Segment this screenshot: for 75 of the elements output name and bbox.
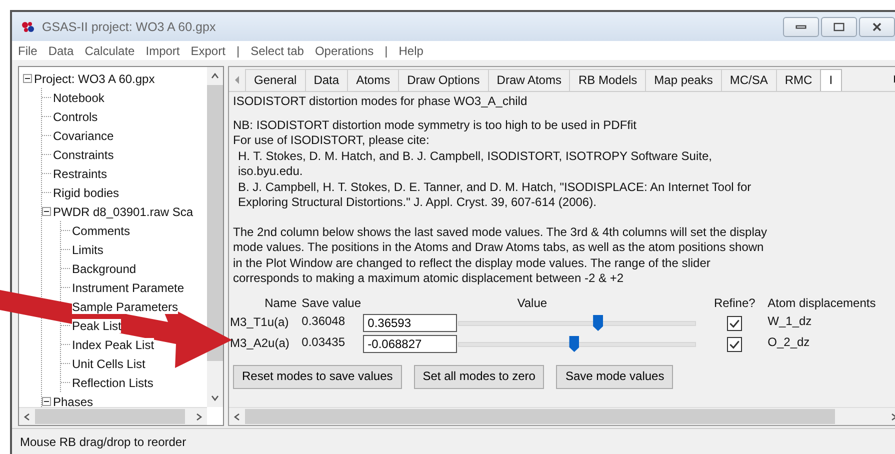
scroll-left-icon[interactable] xyxy=(232,412,242,422)
slider-thumb[interactable] xyxy=(569,336,580,352)
slider-thumb[interactable] xyxy=(593,315,604,331)
action-button[interactable]: Save mode values xyxy=(556,365,674,389)
collapse-icon[interactable] xyxy=(23,74,32,83)
mode-name: M3_A2u(a) xyxy=(230,336,290,352)
note-text: For use of ISODISTORT, please cite: xyxy=(233,133,430,148)
mode-name: M3_T1u(a) xyxy=(230,315,290,331)
tree-item[interactable]: Background xyxy=(72,262,136,276)
tree-item[interactable]: Instrument Paramete xyxy=(72,280,184,294)
column-header: Save value xyxy=(302,296,358,311)
scroll-right-icon[interactable] xyxy=(194,412,204,422)
value-field[interactable]: 0.36593 xyxy=(362,314,457,332)
column-header: Name xyxy=(264,296,297,311)
horizontal-scrollbar[interactable] xyxy=(229,407,895,425)
scroll-left-icon[interactable] xyxy=(22,412,32,422)
vertical-scrollbar[interactable] xyxy=(207,67,223,407)
value-field[interactable]: -0.068827 xyxy=(362,335,457,353)
collapse-icon[interactable] xyxy=(42,207,51,216)
refine-checkbox[interactable] xyxy=(727,316,742,330)
citation-text: H. T. Stokes, D. M. Hatch, and B. J. Campbell, ISODISTORT, ISOTROPY Software Suite, iso.byu.edu. xyxy=(237,148,713,180)
menu-item[interactable]: Export xyxy=(190,44,226,58)
tree-item[interactable]: Constraints xyxy=(53,148,114,162)
tree-item[interactable]: Comments xyxy=(72,224,130,238)
tab[interactable]: I xyxy=(820,69,842,91)
maximize-icon xyxy=(832,22,846,32)
menu-item[interactable]: Calculate xyxy=(84,44,135,58)
citation-text: B. J. Campbell, H. T. Stokes, D. E. Tanner, and D. M. Hatch, "ISODISPLACE: An Internet Tool for Exploring Structural Distortions." J. Appl. Cryst. 39, 607-614 (2006). xyxy=(237,180,752,210)
menu-item[interactable]: Help xyxy=(398,44,424,58)
menu-item[interactable]: File xyxy=(18,44,38,58)
action-button[interactable]: Reset modes to save values xyxy=(233,365,402,389)
save-value: 0.36048 xyxy=(302,314,346,330)
column-header: Refine? xyxy=(712,296,756,311)
tree-item[interactable]: PWDR d8_03901.raw Sca xyxy=(53,204,194,218)
column-header: Atom displacements xyxy=(768,296,877,311)
tree-item[interactable]: Sample Parameters xyxy=(72,300,178,314)
menu-item[interactable]: | xyxy=(384,44,388,58)
tree-item[interactable]: Restraints xyxy=(53,166,108,180)
menu-item[interactable]: Operations xyxy=(314,44,374,58)
tree-item[interactable]: Limits xyxy=(72,242,104,256)
tree-item[interactable]: Project: WO3 A 60.gpx xyxy=(34,72,155,86)
menu-item[interactable]: Import xyxy=(146,44,180,58)
tree-item[interactable]: Rigid bodies xyxy=(53,186,120,200)
menu-item[interactable]: Data xyxy=(48,44,74,58)
tab[interactable]: General xyxy=(245,69,306,91)
tree-item[interactable]: Unit Cells List xyxy=(72,356,146,370)
tree-item[interactable]: Index Peak List xyxy=(72,338,154,352)
menu-item[interactable]: | xyxy=(236,44,240,58)
explanation-text: The 2nd column below shows the last saved mode values. The 3rd & 4th columns will set the display mode values. The positions in the Atoms and Draw Atoms tabs, as well as the atom positions shown in the Plot Window are changed to reflect the display mode values. The range of the slider corresponds to making a maximum atomic displacement between -2 & +2 xyxy=(233,224,768,286)
horizontal-scrollbar[interactable] xyxy=(19,407,207,425)
refine-checkbox[interactable] xyxy=(727,336,742,352)
tree-item[interactable]: Controls xyxy=(53,110,98,124)
tree-item[interactable]: Covariance xyxy=(53,128,114,142)
slider[interactable] xyxy=(458,314,696,332)
scroll-up-icon[interactable] xyxy=(210,71,220,81)
tree-item[interactable]: Notebook xyxy=(53,90,104,104)
save-value: 0.03435 xyxy=(302,335,346,350)
action-button[interactable]: Set all modes to zero xyxy=(414,365,544,389)
window-title: GSAS-II project: WO3 A 60.gpx xyxy=(42,20,216,34)
slider[interactable] xyxy=(458,335,696,353)
menu-item[interactable]: Select tab xyxy=(250,44,304,58)
close-icon xyxy=(870,22,884,32)
column-header: Value xyxy=(516,296,548,311)
minimize-button[interactable] xyxy=(783,17,819,37)
close-button[interactable] xyxy=(859,17,895,37)
note-text: NB: ISODISTORT distortion mode symmetry is too high to be used in PDFfit xyxy=(233,118,638,133)
tree-item[interactable]: Phases xyxy=(53,394,94,407)
status-bar: Mouse RB drag/drop to reorder xyxy=(12,428,895,454)
collapse-icon[interactable] xyxy=(42,397,51,406)
tree-item[interactable]: Reflection Lists xyxy=(72,376,154,390)
atom-displacement: O_2_dz xyxy=(768,335,811,350)
maximize-button[interactable] xyxy=(821,17,857,37)
section-heading: ISODISTORT distortion modes for phase WO3_A_child xyxy=(233,94,528,110)
atom-displacement: W_1_dz xyxy=(768,314,813,330)
scroll-down-icon[interactable] xyxy=(210,393,220,403)
